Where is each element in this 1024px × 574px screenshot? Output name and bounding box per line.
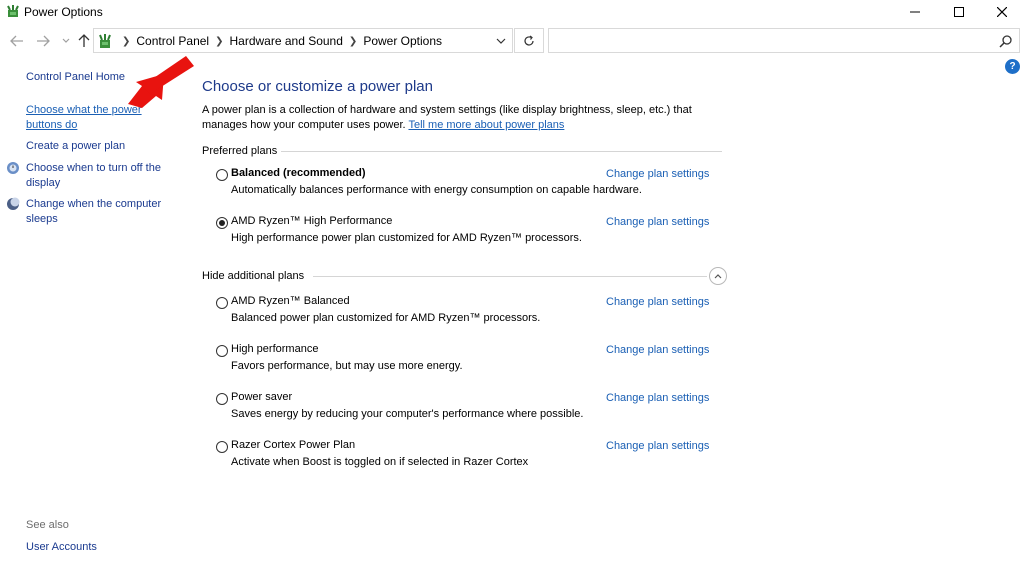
- see-also-label: See also: [26, 519, 69, 531]
- maximize-icon: [954, 7, 964, 17]
- computer-sleeps-link[interactable]: Change when the computer sleeps: [26, 197, 161, 227]
- plan-name: Razer Cortex Power Plan: [231, 439, 356, 451]
- control-panel-home-link[interactable]: Control Panel Home: [26, 70, 125, 85]
- change-plan-settings-link[interactable]: Change plan settings: [606, 216, 709, 228]
- link-line: buttons do: [26, 119, 78, 131]
- arrow-left-icon: [10, 35, 23, 47]
- page-description: A power plan is a collection of hardware…: [202, 103, 722, 133]
- user-accounts-link[interactable]: User Accounts: [26, 540, 97, 555]
- forward-button[interactable]: [35, 33, 51, 49]
- search-input[interactable]: [548, 28, 1020, 53]
- recent-locations-button[interactable]: [58, 33, 74, 49]
- plan-name: Power saver: [231, 391, 293, 403]
- sleep-moon-icon: [7, 197, 20, 210]
- change-plan-settings-link[interactable]: Change plan settings: [606, 392, 709, 404]
- arrow-up-icon: [78, 34, 90, 47]
- hide-additional-plans-header[interactable]: Hide additional plans: [202, 270, 304, 282]
- plan-name: AMD Ryzen™ Balanced: [231, 295, 350, 307]
- address-row: ❯ Control Panel ❯ Hardware and Sound ❯ P…: [0, 26, 1024, 56]
- change-plan-settings-link[interactable]: Change plan settings: [606, 168, 709, 180]
- chevron-down-icon: [496, 38, 506, 44]
- back-button[interactable]: [9, 33, 25, 49]
- chevron-right-icon[interactable]: ❯: [349, 36, 357, 47]
- up-button[interactable]: [76, 33, 92, 49]
- plan-description: Balanced power plan customized for AMD R…: [231, 312, 541, 324]
- refresh-icon: [524, 35, 534, 46]
- red-arrow-annotation: [128, 56, 194, 108]
- link-line: display: [26, 177, 61, 189]
- page-title: Choose or customize a power plan: [202, 78, 433, 95]
- plan-description: Automatically balances performance with …: [231, 184, 642, 196]
- left-pane: Control Panel Home Choose what the power…: [0, 56, 190, 574]
- link-line: Change when the computer: [26, 198, 162, 210]
- breadcrumb-power-options[interactable]: Power Options: [363, 34, 442, 48]
- maximize-button[interactable]: [937, 0, 981, 24]
- link-line: Choose when to turn off the: [26, 162, 161, 174]
- window-title: Power Options: [24, 5, 103, 19]
- radio-high-performance[interactable]: [216, 345, 228, 357]
- plan-description: High performance power plan customized f…: [231, 232, 582, 244]
- preferred-plans-header: Preferred plans: [202, 145, 278, 157]
- create-power-plan-link[interactable]: Create a power plan: [26, 139, 125, 154]
- chevron-up-icon: [714, 274, 722, 279]
- chevron-down-icon: [62, 38, 70, 43]
- minimize-icon: [910, 11, 920, 13]
- description-line: A power plan is a collection of hardware…: [202, 104, 692, 116]
- divider: [313, 276, 707, 277]
- radio-balanced[interactable]: [216, 169, 228, 181]
- breadcrumb-hardware-and-sound[interactable]: Hardware and Sound: [230, 34, 343, 48]
- arrow-right-icon: [37, 35, 50, 47]
- radio-amd-high-performance[interactable]: [216, 217, 228, 229]
- power-options-icon: [99, 34, 111, 48]
- change-plan-settings-link[interactable]: Change plan settings: [606, 344, 709, 356]
- choose-power-buttons-link[interactable]: Choose what the power buttons do: [26, 103, 142, 133]
- plan-name: Balanced (recommended): [231, 167, 366, 179]
- link-line: Choose what the power: [26, 104, 142, 116]
- close-button[interactable]: [980, 0, 1024, 24]
- radio-amd-balanced[interactable]: [216, 297, 228, 309]
- search-icon[interactable]: [999, 34, 1013, 48]
- breadcrumb: ❯ Control Panel ❯ Hardware and Sound ❯ P…: [116, 34, 442, 48]
- main-content: Choose or customize a power plan A power…: [202, 56, 1022, 574]
- tell-me-more-link[interactable]: Tell me more about power plans: [408, 119, 564, 131]
- chevron-right-icon: ❯: [122, 35, 131, 47]
- refresh-button[interactable]: [514, 28, 544, 53]
- divider: [281, 151, 722, 152]
- turn-off-display-link[interactable]: Choose when to turn off the display: [26, 161, 161, 191]
- change-plan-settings-link[interactable]: Change plan settings: [606, 296, 709, 308]
- collapse-button[interactable]: [709, 267, 727, 285]
- display-icon: [7, 162, 19, 174]
- link-line: sleeps: [26, 213, 58, 225]
- address-dropdown-button[interactable]: [493, 33, 509, 49]
- close-icon: [997, 7, 1007, 17]
- change-plan-settings-link[interactable]: Change plan settings: [606, 440, 709, 452]
- plan-description: Saves energy by reducing your computer's…: [231, 408, 584, 420]
- plan-description: Favors performance, but may use more ene…: [231, 360, 463, 372]
- plan-name: AMD Ryzen™ High Performance: [231, 215, 393, 227]
- plan-description: Activate when Boost is toggled on if sel…: [231, 456, 529, 468]
- breadcrumb-control-panel[interactable]: Control Panel: [136, 34, 209, 48]
- power-options-icon: [7, 5, 19, 17]
- chevron-right-icon[interactable]: ❯: [215, 36, 223, 47]
- radio-razer-cortex[interactable]: [216, 441, 228, 453]
- description-line: manages how your computer uses power.: [202, 119, 406, 131]
- plan-name: High performance: [231, 343, 319, 355]
- title-bar: Power Options: [0, 0, 1024, 24]
- address-bar[interactable]: ❯ Control Panel ❯ Hardware and Sound ❯ P…: [93, 28, 513, 53]
- minimize-button[interactable]: [893, 0, 937, 24]
- radio-power-saver[interactable]: [216, 393, 228, 405]
